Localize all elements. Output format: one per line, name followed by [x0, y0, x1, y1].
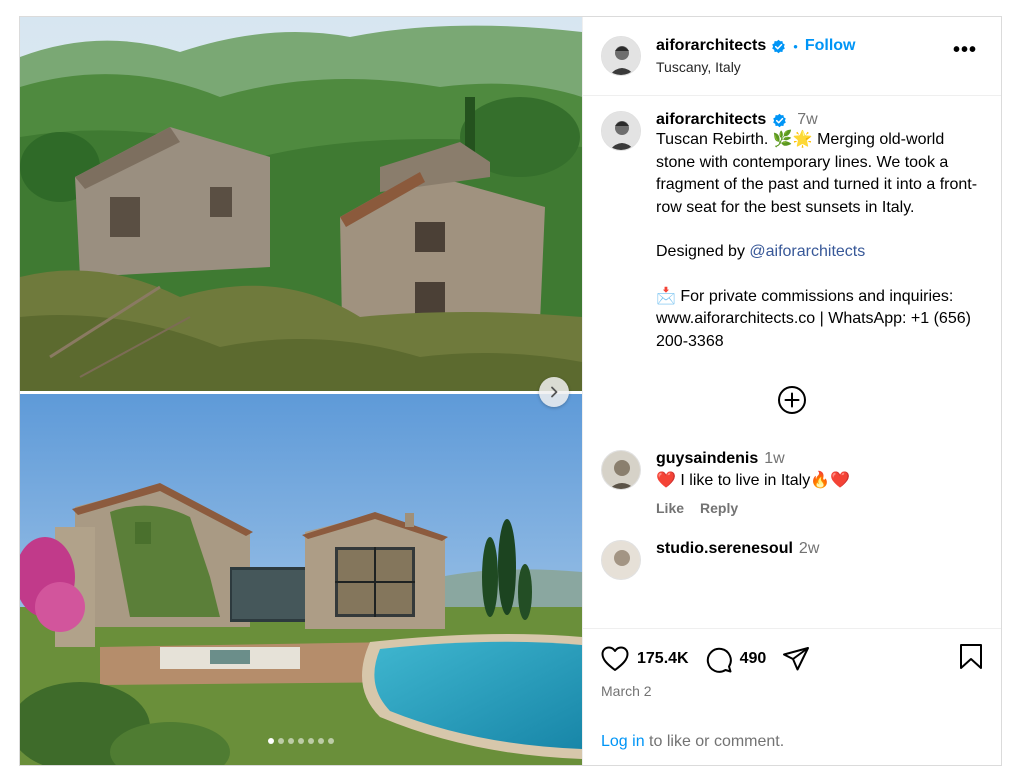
post-media[interactable] — [20, 17, 582, 765]
comment-like-button[interactable]: Like — [656, 500, 684, 516]
commenter-avatar[interactable] — [601, 540, 641, 580]
carousel-next-button[interactable] — [539, 377, 569, 407]
login-rest-text: to like or comment. — [644, 733, 785, 750]
comment-reply-button[interactable]: Reply — [700, 500, 738, 516]
plus-circle-icon[interactable] — [777, 385, 807, 415]
carousel-dot[interactable] — [298, 738, 304, 744]
verified-badge-icon — [773, 113, 787, 127]
caption: aiforarchitects 7w Tuscan Rebirth. 🌿🌟 Me… — [601, 111, 983, 353]
comment-time[interactable]: 1w — [764, 450, 784, 468]
comment-icon — [706, 647, 732, 673]
caption-avatar[interactable] — [601, 111, 641, 151]
comments-area[interactable]: aiforarchitects 7w Tuscan Rebirth. 🌿🌟 Me… — [583, 97, 1001, 627]
share-icon — [783, 647, 810, 671]
carousel-dot[interactable] — [318, 738, 324, 744]
comment-item: guysaindenis 1w ❤️ I like to live in Ita… — [601, 450, 983, 516]
like-button[interactable]: 175.4K — [601, 646, 689, 672]
profile-photo — [602, 541, 640, 579]
carousel-dot[interactable] — [278, 738, 284, 744]
more-options-icon[interactable]: ••• — [953, 40, 977, 60]
login-link[interactable]: Log in — [601, 733, 645, 750]
save-button[interactable] — [959, 643, 983, 675]
contact-line: 📩 For private commissions and inquiries:… — [656, 287, 976, 350]
profile-photo — [602, 451, 640, 489]
designed-by-line: Designed by @aiforarchitects — [656, 241, 983, 264]
profile-photo — [602, 37, 640, 75]
bookmark-icon — [960, 644, 982, 669]
post-side-panel: aiforarchitects • Follow Tuscany, Italy … — [582, 17, 1001, 765]
post-header: aiforarchitects • Follow Tuscany, Italy … — [583, 17, 1001, 96]
header-username[interactable]: aiforarchitects — [656, 37, 766, 55]
like-count[interactable]: 175.4K — [637, 650, 689, 668]
post-image — [20, 17, 582, 765]
header-separator: • — [793, 38, 798, 54]
comment-username[interactable]: guysaindenis — [656, 450, 758, 468]
carousel-dots — [20, 738, 582, 744]
carousel-dot[interactable] — [268, 738, 274, 744]
verified-badge-icon — [772, 39, 786, 53]
caption-username[interactable]: aiforarchitects — [656, 111, 766, 129]
carousel-dot[interactable] — [288, 738, 294, 744]
comment-button[interactable]: 490 — [705, 646, 767, 673]
action-bar: 175.4K 490 March 2 — [583, 628, 1001, 699]
carousel-dot[interactable] — [328, 738, 334, 744]
designed-by-prefix: Designed by — [656, 243, 750, 260]
profile-photo — [602, 112, 640, 150]
comment-item: studio.serenesoul 2w — [601, 540, 983, 580]
mention-link[interactable]: @aiforarchitects — [749, 243, 865, 260]
post-location[interactable]: Tuscany, Italy — [656, 59, 855, 75]
follow-button[interactable]: Follow — [805, 37, 856, 55]
comment-username[interactable]: studio.serenesoul — [656, 540, 793, 558]
heart-icon — [601, 646, 629, 671]
comment-text: ❤️ I like to live in Italy🔥❤️ — [656, 472, 851, 489]
carousel-dot[interactable] — [308, 738, 314, 744]
post-frame: aiforarchitects • Follow Tuscany, Italy … — [19, 16, 1002, 766]
commenter-avatar[interactable] — [601, 450, 641, 490]
caption-text: Tuscan Rebirth. 🌿🌟 Merging old-world sto… — [656, 129, 983, 353]
avatar[interactable] — [601, 36, 641, 76]
caption-time[interactable]: 7w — [797, 111, 817, 129]
post-date[interactable]: March 2 — [601, 683, 983, 699]
share-button[interactable] — [782, 646, 810, 672]
caption-line: Tuscan Rebirth. 🌿🌟 Merging old-world sto… — [656, 131, 978, 216]
comment-time[interactable]: 2w — [799, 540, 819, 558]
chevron-right-icon — [551, 386, 558, 398]
login-prompt: Log in to like or comment. — [601, 733, 784, 751]
comment-count[interactable]: 490 — [740, 650, 767, 668]
